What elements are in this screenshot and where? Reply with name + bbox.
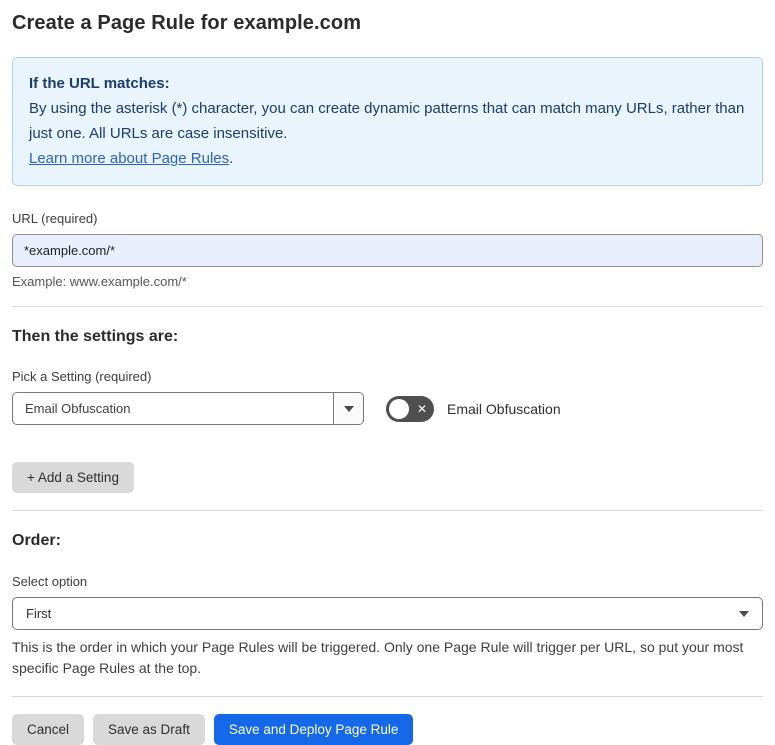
url-field-label: URL (required) — [12, 211, 98, 226]
chevron-down-icon — [739, 610, 749, 617]
setting-dropdown-value: Email Obfuscation — [25, 401, 131, 416]
page-title: Create a Page Rule for example.com — [12, 12, 362, 34]
divider — [12, 696, 763, 697]
chevron-down-icon — [343, 405, 354, 412]
toggle-group: ✕ Email Obfuscation — [386, 395, 561, 422]
info-box-heading: If the URL matches: — [29, 75, 170, 92]
order-select[interactable]: First — [12, 597, 763, 630]
info-box-body: By using the asterisk (*) character, you… — [29, 100, 745, 142]
footer-buttons: Cancel Save as Draft Save and Deploy Pag… — [12, 714, 763, 745]
learn-more-link[interactable]: Learn more about Page Rules — [29, 150, 229, 167]
dropdown-arrow-button[interactable] — [333, 393, 363, 424]
order-select-value: First — [26, 606, 52, 621]
setting-dropdown[interactable]: Email Obfuscation — [12, 392, 364, 425]
url-input[interactable] — [12, 234, 763, 267]
url-example-helper: Example: www.example.com/* — [12, 274, 187, 289]
info-box-link-line: Learn more about Page Rules. — [29, 146, 746, 171]
divider — [12, 306, 763, 307]
link-suffix: . — [229, 150, 234, 167]
order-section-heading: Order: — [12, 532, 61, 549]
toggle-label: Email Obfuscation — [447, 400, 561, 417]
page-rule-form: Create a Page Rule for example.com If th… — [0, 0, 775, 745]
toggle-knob — [389, 398, 409, 419]
add-setting-button[interactable]: + Add a Setting — [12, 462, 134, 493]
select-option-label: Select option — [12, 574, 88, 589]
url-match-info-box: If the URL matches: By using the asteris… — [12, 57, 763, 186]
save-as-draft-button[interactable]: Save as Draft — [93, 714, 205, 745]
save-and-deploy-button[interactable]: Save and Deploy Page Rule — [213, 714, 414, 745]
divider — [12, 510, 763, 511]
toggle-off-x-icon: ✕ — [416, 401, 427, 416]
settings-section-heading: Then the settings are: — [12, 328, 179, 345]
email-obfuscation-toggle[interactable]: ✕ — [386, 395, 434, 422]
cancel-button[interactable]: Cancel — [12, 714, 85, 745]
order-helper-text: This is the order in which your Page Rul… — [12, 639, 744, 676]
setting-row: Email Obfuscation ✕ Email Obfuscation — [12, 392, 763, 425]
pick-setting-label: Pick a Setting (required) — [12, 369, 152, 384]
